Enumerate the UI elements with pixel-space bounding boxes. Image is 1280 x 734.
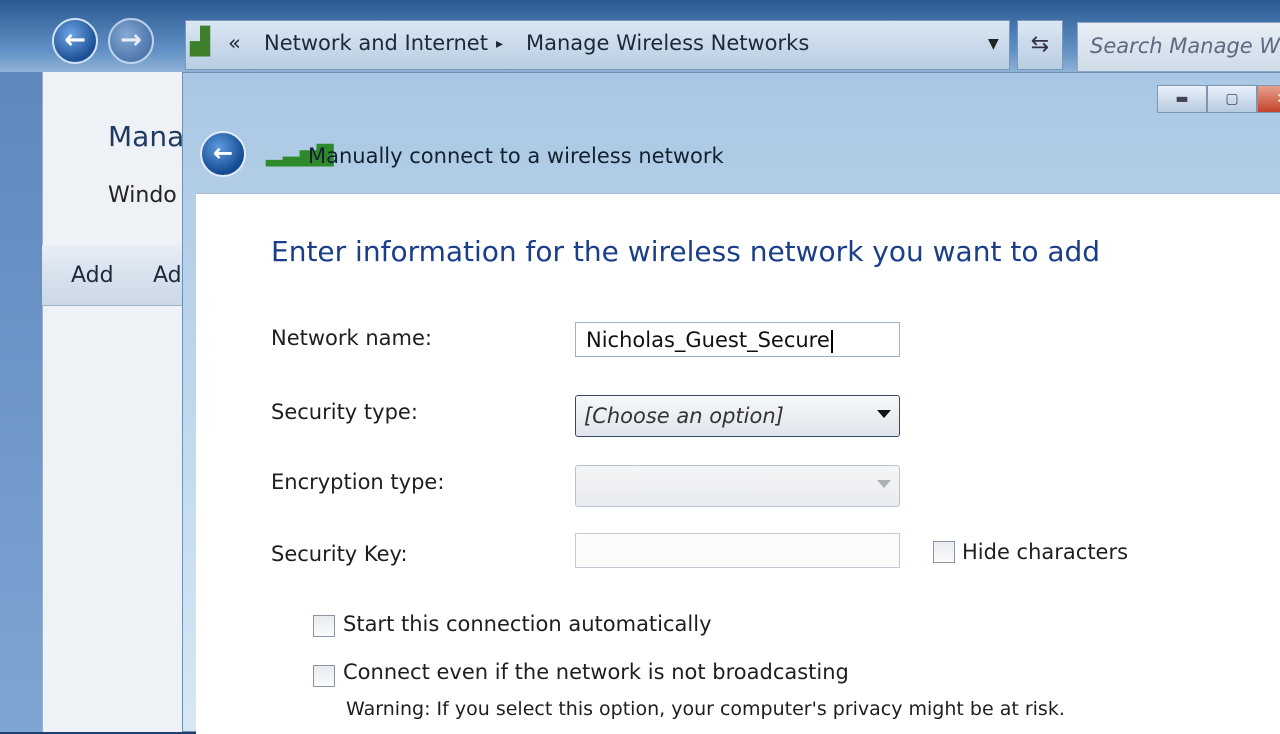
explorer-back-button[interactable]: ← (52, 18, 98, 64)
security-type-value: [Choose an option] (584, 404, 784, 428)
security-type-label: Security type: (271, 400, 418, 424)
explorer-page-subtitle: Windo (108, 183, 177, 208)
minimize-button[interactable]: ▬ (1157, 85, 1207, 113)
connect-not-broadcasting-checkbox[interactable] (313, 665, 335, 687)
text-caret (830, 329, 833, 353)
security-key-label: Security Key: (271, 542, 408, 566)
network-name-label: Network name: (271, 326, 432, 350)
breadcrumb-network-and-internet[interactable]: Network and Internet (264, 31, 488, 55)
refresh-icon: ⇆ (1030, 32, 1050, 57)
network-name-input[interactable]: Nicholas_Guest_Secure (575, 322, 900, 357)
network-name-value: Nicholas_Guest_Secure (586, 328, 830, 352)
encryption-type-label: Encryption type: (271, 470, 445, 494)
wizard-back-button[interactable]: ← (200, 131, 246, 177)
encryption-type-select[interactable] (575, 465, 900, 507)
refresh-button[interactable]: ⇆ (1017, 20, 1063, 70)
dropdown-arrow-icon (877, 480, 891, 488)
security-key-input[interactable] (575, 533, 900, 568)
explorer-forward-button[interactable]: → (108, 18, 154, 64)
breadcrumb-separator-icon[interactable]: ▸ (496, 36, 503, 52)
security-type-select[interactable]: [Choose an option] (575, 395, 900, 437)
wizard-content (196, 193, 1280, 734)
start-automatically-label[interactable]: Start this connection automatically (343, 612, 712, 636)
maximize-button[interactable]: ▢ (1207, 85, 1257, 113)
breadcrumb-prefix[interactable]: « (228, 31, 241, 55)
close-button[interactable]: ✕ (1257, 85, 1280, 113)
back-arrow-icon: ← (64, 25, 86, 55)
connect-not-broadcasting-label[interactable]: Connect even if the network is not broad… (343, 660, 849, 684)
explorer-frame-left (0, 72, 42, 732)
hide-characters-checkbox[interactable] (933, 541, 955, 563)
back-arrow-icon: ← (212, 139, 234, 167)
explorer-page-title: Mana (108, 120, 185, 153)
dropdown-arrow-icon (877, 410, 891, 418)
wizard-heading: Enter information for the wireless netwo… (271, 235, 1101, 268)
dialog-title: Manually connect to a wireless network (308, 144, 724, 168)
breadcrumb-manage-wireless-networks[interactable]: Manage Wireless Networks (526, 31, 809, 55)
toolbar-adapter-button[interactable]: Ad (153, 263, 182, 288)
search-input[interactable]: Search Manage Wir (1077, 22, 1280, 72)
toolbar-add-button[interactable]: Add (71, 263, 114, 288)
explorer-content (42, 72, 193, 732)
address-dropdown-icon[interactable]: ▼ (988, 36, 999, 52)
network-signal-icon: ▟ (190, 27, 210, 57)
forward-arrow-icon: → (120, 25, 142, 55)
start-automatically-checkbox[interactable] (313, 615, 335, 637)
address-bar[interactable]: ▟ « Network and Internet ▸ Manage Wirele… (185, 20, 1010, 70)
privacy-warning: Warning: If you select this option, your… (346, 698, 1065, 720)
hide-characters-label[interactable]: Hide characters (962, 540, 1128, 564)
